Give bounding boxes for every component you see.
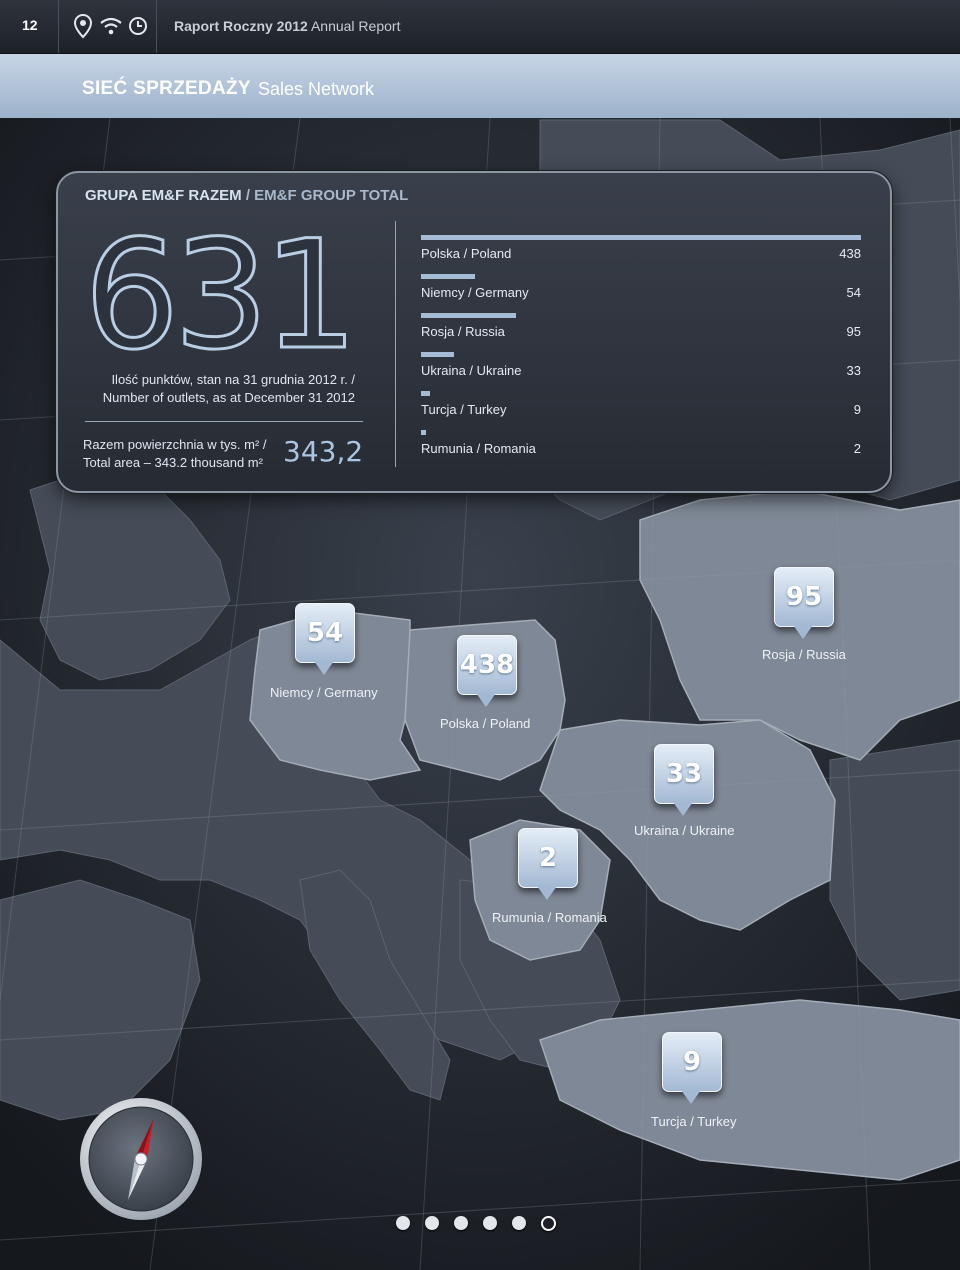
report-title-pl: Raport Roczny 2012 — [174, 18, 308, 34]
country-label: Ukraina / Ukraine — [421, 363, 522, 378]
country-value: 438 — [839, 246, 861, 261]
country-bar — [421, 391, 430, 396]
country-bar — [421, 235, 861, 240]
panel-title-pl: GRUPA EM&F RAZEM — [85, 187, 242, 204]
page-dot[interactable] — [512, 1216, 526, 1230]
top-bar-divider — [156, 0, 157, 53]
panel-title: GRUPA EM&F RAZEM / EM&F GROUP TOTAL — [85, 187, 408, 204]
page-dot-active[interactable] — [541, 1216, 556, 1231]
country-value: 2 — [853, 441, 861, 456]
map-pin-poland[interactable]: 438 — [457, 635, 517, 709]
pin-label-poland: Polska / Poland — [440, 716, 531, 731]
country-row: Rosja / Russia 95 — [421, 313, 861, 352]
country-bar — [421, 430, 426, 435]
country-value: 54 — [846, 285, 861, 300]
map-pin-germany[interactable]: 54 — [295, 603, 355, 677]
outlets-caption-en: Number of outlets, as at December 31 201… — [102, 390, 355, 405]
report-title: Raport Roczny 2012 Annual Report — [174, 18, 400, 34]
country-label: Turcja / Turkey — [421, 402, 507, 417]
total-area-value: 343,2 — [283, 435, 364, 468]
panel-vertical-divider — [395, 221, 396, 467]
area-caption-pl: Razem powierzchnia w tys. m² / — [83, 437, 267, 452]
country-row: Turcja / Turkey 9 — [421, 391, 861, 430]
pin-number: 95 — [774, 567, 834, 627]
pin-pointer — [537, 886, 557, 900]
country-value: 33 — [846, 363, 861, 378]
summary-panel: GRUPA EM&F RAZEM / EM&F GROUP TOTAL 631 … — [56, 171, 892, 493]
panel-divider — [85, 421, 363, 422]
compass-icon[interactable] — [78, 1096, 204, 1222]
map-pin-russia[interactable]: 95 — [774, 567, 834, 641]
page-dot[interactable] — [396, 1216, 410, 1230]
pagination — [396, 1216, 571, 1234]
top-bar: 12 Raport Roczny 2012 Annual Report — [0, 0, 960, 54]
location-pin-icon[interactable] — [69, 12, 97, 40]
map-pin-romania[interactable]: 2 — [518, 828, 578, 902]
country-value: 9 — [853, 402, 861, 417]
country-value: 95 — [846, 324, 861, 339]
pin-number: 438 — [457, 635, 517, 695]
section-header: SIEĆ SPRZEDAŻY Sales Network — [0, 54, 960, 118]
section-title-en: Sales Network — [258, 79, 375, 99]
pin-number: 54 — [295, 603, 355, 663]
page-dot[interactable] — [454, 1216, 468, 1230]
page-number: 12 — [22, 17, 38, 33]
country-label: Niemcy / Germany — [421, 285, 529, 300]
map-pin-ukraine[interactable]: 33 — [654, 744, 714, 818]
country-row: Ukraina / Ukraine 33 — [421, 352, 861, 391]
pin-number: 9 — [662, 1032, 722, 1092]
page-dot[interactable] — [483, 1216, 497, 1230]
country-label: Polska / Poland — [421, 246, 512, 261]
pin-label-turkey: Turcja / Turkey — [651, 1114, 737, 1129]
pin-label-romania: Rumunia / Romania — [492, 910, 607, 925]
pin-label-russia: Rosja / Russia — [762, 647, 846, 662]
pin-label-germany: Niemcy / Germany — [270, 685, 378, 700]
wifi-icon[interactable] — [97, 12, 125, 40]
pin-pointer — [314, 661, 334, 675]
map-pin-turkey[interactable]: 9 — [662, 1032, 722, 1106]
area-caption-en: Total area – 343.2 thousand m² — [83, 455, 263, 470]
pin-pointer — [476, 693, 496, 707]
country-bar — [421, 313, 516, 318]
clock-icon[interactable] — [124, 12, 152, 40]
section-title-pl: SIEĆ SPRZEDAŻY — [82, 78, 251, 99]
outlets-caption-pl: Ilość punktów, stan na 31 grudnia 2012 r… — [111, 372, 355, 387]
pin-pointer — [673, 802, 693, 816]
country-row: Polska / Poland 438 — [421, 235, 861, 274]
total-outlets-number: 631 — [82, 209, 359, 383]
country-label: Rosja / Russia — [421, 324, 505, 339]
page-dot[interactable] — [425, 1216, 439, 1230]
report-title-en: Annual Report — [310, 18, 401, 34]
country-bar — [421, 352, 454, 357]
pin-pointer — [681, 1090, 701, 1104]
panel-title-en: / EM&F GROUP TOTAL — [245, 187, 409, 204]
country-row: Rumunia / Romania 2 — [421, 430, 861, 469]
top-bar-divider — [58, 0, 59, 53]
country-label: Rumunia / Romania — [421, 441, 536, 456]
country-row: Niemcy / Germany 54 — [421, 274, 861, 313]
pin-pointer — [793, 625, 813, 639]
pin-label-ukraine: Ukraina / Ukraine — [634, 823, 735, 838]
pin-number: 33 — [654, 744, 714, 804]
country-bar — [421, 274, 475, 279]
pin-number: 2 — [518, 828, 578, 888]
